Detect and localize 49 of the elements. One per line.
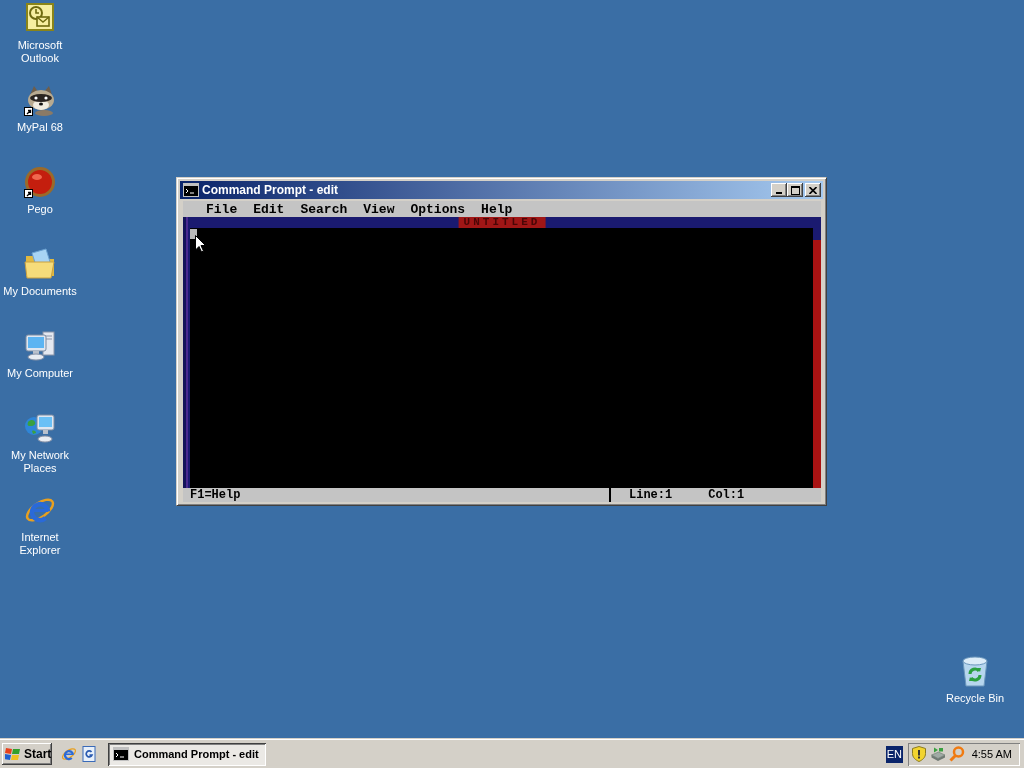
quick-launch-button[interactable] xyxy=(61,746,77,762)
close-button[interactable] xyxy=(805,183,821,197)
vertical-scrollbar[interactable] xyxy=(813,240,821,488)
recycle-bin-icon[interactable] xyxy=(959,655,991,687)
menu-item[interactable]: File xyxy=(198,201,246,217)
desktop-icon-label[interactable]: My Documents xyxy=(3,285,77,298)
menu-item[interactable]: Edit xyxy=(245,201,293,217)
desktop-icon-label[interactable]: MyPal 68 xyxy=(17,121,63,134)
tray-button[interactable] xyxy=(911,746,927,762)
maximize-icon xyxy=(790,185,800,195)
mouse-pointer-icon xyxy=(195,235,206,253)
close-icon xyxy=(809,186,817,194)
globe-computer-icon[interactable] xyxy=(24,412,56,444)
minimize-button[interactable] xyxy=(771,183,787,197)
line-number: Line:1 xyxy=(629,488,673,502)
menu-item[interactable]: Help xyxy=(473,201,521,217)
desktop-icon-label[interactable]: Microsoft Outlook xyxy=(1,39,79,65)
column-number: Col:1 xyxy=(708,488,745,502)
text-cursor-icon xyxy=(190,229,197,239)
desktop-icon-label[interactable]: My Network Places xyxy=(1,449,79,475)
desktop-icon-label[interactable]: My Computer xyxy=(7,367,73,380)
menu-item[interactable]: Options xyxy=(402,201,474,217)
device-icon xyxy=(930,746,946,762)
desktop-icon-label[interactable]: Pego xyxy=(27,203,53,216)
magnifier-icon xyxy=(949,746,965,762)
folder-icon[interactable] xyxy=(24,248,56,280)
taskbar-task-button[interactable]: Command Prompt - edit xyxy=(108,742,266,766)
console-icon xyxy=(113,747,129,761)
help-hint: F1=Help xyxy=(190,488,241,502)
ball-icon[interactable] xyxy=(24,166,56,198)
clock: 4:55 AM xyxy=(971,748,1012,760)
clock-envelope-icon[interactable] xyxy=(24,2,56,34)
language-indicator[interactable]: EN xyxy=(885,745,903,763)
start-button[interactable]: Start xyxy=(2,743,52,765)
desktop-icon-label[interactable]: Internet Explorer xyxy=(1,531,79,557)
page-icon xyxy=(81,746,97,762)
desktop-icon-label[interactable]: Recycle Bin xyxy=(945,692,1005,705)
quick-launch-button[interactable] xyxy=(81,746,97,762)
maximize-button[interactable] xyxy=(787,183,803,197)
letter-e-icon xyxy=(61,746,77,762)
flag-icon xyxy=(5,747,21,761)
menu-item[interactable]: Search xyxy=(292,201,356,217)
computer-icon[interactable] xyxy=(24,330,56,362)
shield-icon xyxy=(911,746,927,762)
document-title: UNTITLED xyxy=(458,217,546,228)
window-title: Command Prompt - edit xyxy=(202,183,338,197)
console-icon xyxy=(183,183,199,197)
menu-item[interactable]: View xyxy=(355,201,403,217)
minimize-icon xyxy=(776,192,782,194)
